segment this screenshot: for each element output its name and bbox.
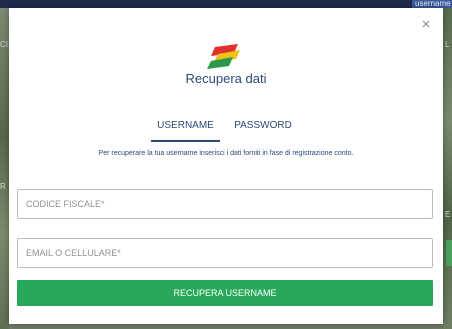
background-right-image xyxy=(443,8,452,329)
background-username-link: username xyxy=(412,0,452,8)
background-text: CI xyxy=(0,40,8,49)
tab-username[interactable]: USERNAME xyxy=(151,120,220,142)
email-field xyxy=(17,238,433,268)
codice-fiscale-input[interactable] xyxy=(18,190,432,218)
recover-username-button[interactable]: RECUPERA USERNAME xyxy=(17,280,433,306)
background-header xyxy=(0,0,452,8)
background-text: E xyxy=(445,210,451,219)
background-text: L xyxy=(445,40,450,49)
brand-logo-icon xyxy=(207,44,240,69)
tab-password[interactable]: PASSWORD xyxy=(231,120,295,142)
instruction-text: Per recuperare la tua username inserisci… xyxy=(98,150,354,157)
email-or-phone-input[interactable] xyxy=(18,239,432,267)
close-icon[interactable]: × xyxy=(419,17,433,33)
background-left-image xyxy=(0,8,9,329)
background-text: R xyxy=(0,182,6,191)
background-button xyxy=(446,240,452,266)
tab-bar: USERNAME PASSWORD xyxy=(9,120,443,142)
modal-title: Recupera dati xyxy=(185,71,267,86)
recover-data-modal: × Recupera dati USERNAME PASSWORD Per re… xyxy=(9,8,443,324)
codice-fiscale-field xyxy=(17,189,433,219)
